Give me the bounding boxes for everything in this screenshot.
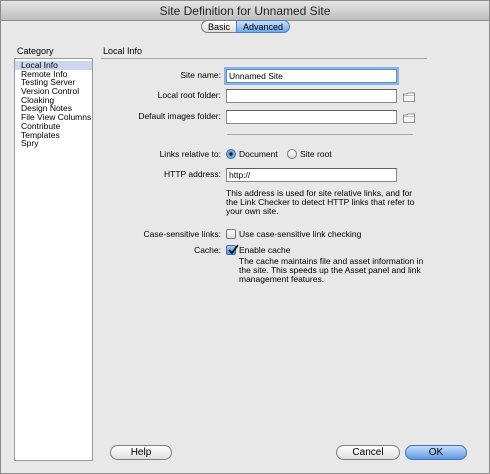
- site-definition-dialog: Site Definition for Unnamed Site Basic A…: [0, 0, 490, 474]
- cache-help-line-3: management features.: [239, 274, 325, 284]
- links-relative-label: Links relative to:: [159, 149, 221, 159]
- site-name-field[interactable]: Unnamed Site: [226, 69, 397, 83]
- tab-advanced[interactable]: Advanced: [236, 20, 291, 33]
- http-address-label: HTTP address:: [163, 169, 221, 179]
- radio-site-root-label: Site root: [300, 149, 332, 159]
- folder-icon[interactable]: [403, 113, 415, 123]
- section-title: Local Info: [103, 46, 143, 56]
- mode-tabs: Basic Advanced: [201, 20, 291, 33]
- http-help-line-3: your own site.: [226, 206, 279, 216]
- enable-cache-checkbox[interactable]: [226, 244, 239, 255]
- radio-document[interactable]: [226, 149, 236, 159]
- case-sensitive-checkbox[interactable]: [226, 229, 236, 239]
- local-root-folder-field[interactable]: [226, 89, 397, 103]
- folder-icon[interactable]: [403, 92, 415, 102]
- tab-basic[interactable]: Basic: [201, 20, 237, 33]
- radio-document-label: Document: [239, 149, 278, 159]
- ok-button[interactable]: OK: [405, 445, 467, 460]
- default-images-folder-field[interactable]: [226, 110, 397, 124]
- case-sensitive-checkbox-label: Use case-sensitive link checking: [239, 229, 362, 239]
- divider: [227, 134, 413, 135]
- help-button[interactable]: Help: [110, 445, 172, 460]
- category-list: Local Info Remote Info Testing Server Ve…: [14, 58, 93, 461]
- checkmark-icon: [228, 244, 239, 255]
- local-root-folder-label: Local root folder:: [157, 90, 221, 100]
- section-divider: [101, 58, 427, 59]
- cache-label: Cache:: [194, 245, 221, 255]
- case-sensitive-label: Case-sensitive links:: [143, 229, 221, 239]
- cancel-button[interactable]: Cancel: [336, 445, 400, 460]
- default-images-folder-label: Default images folder:: [138, 111, 221, 121]
- window-title: Site Definition for Unnamed Site: [1, 1, 489, 21]
- category-item-spry[interactable]: Spry: [15, 139, 92, 148]
- enable-cache-label: Enable cache: [239, 245, 291, 255]
- category-label: Category: [17, 46, 54, 56]
- radio-site-root[interactable]: [287, 149, 297, 159]
- http-address-field[interactable]: http://: [226, 168, 397, 182]
- site-name-label: Site name:: [180, 70, 221, 80]
